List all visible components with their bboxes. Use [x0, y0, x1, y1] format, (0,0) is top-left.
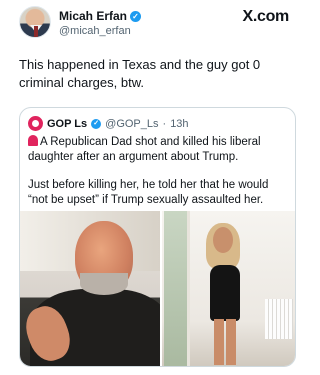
author-block[interactable]: Micah Erfan ✓ @micah_erfan	[59, 9, 142, 38]
photo-window	[164, 211, 190, 366]
photo-figure-legs	[214, 319, 236, 365]
quoted-paragraph-1-text: A Republican Dad shot and killed his lib…	[28, 136, 261, 163]
post-header: Micah Erfan ✓ @micah_erfan X.com	[19, 6, 289, 40]
siren-icon	[28, 135, 38, 146]
quoted-verified-badge-icon: ✓	[91, 118, 102, 129]
quoted-timestamp[interactable]: 13h	[170, 117, 188, 131]
author-handle[interactable]: @micah_erfan	[59, 24, 141, 38]
author-name-row: Micah Erfan ✓	[59, 9, 142, 23]
author-name[interactable]: Micah Erfan	[59, 9, 127, 23]
quoted-paragraph-1: A Republican Dad shot and killed his lib…	[28, 135, 290, 165]
author-avatar[interactable]	[19, 6, 51, 38]
photo-figure-dress	[210, 265, 240, 321]
tweet-text: This happened in Texas and the guy got 0…	[19, 57, 261, 90]
verified-badge-icon: ✓	[130, 10, 142, 22]
media-photo-man[interactable]	[20, 211, 160, 366]
x-logo: X.com	[242, 8, 289, 25]
quoted-tweet-card[interactable]: GOP Ls ✓ @GOP_Ls · 13h A Republican Dad …	[19, 107, 296, 367]
photo-figure-beard	[80, 273, 128, 295]
quoted-media-grid	[20, 211, 295, 366]
quoted-tweet-text: A Republican Dad shot and killed his lib…	[28, 135, 290, 221]
photo-figure-face	[213, 227, 233, 253]
quoted-paragraph-2: Just before killing her, he told her tha…	[28, 179, 269, 206]
gop-ls-avatar-icon[interactable]	[28, 116, 43, 131]
media-photo-woman[interactable]	[162, 211, 295, 366]
photo-radiator	[265, 299, 293, 339]
quoted-author-handle[interactable]: @GOP_Ls	[105, 117, 158, 131]
quoted-tweet-header: GOP Ls ✓ @GOP_Ls · 13h	[28, 116, 189, 131]
quoted-author-name[interactable]: GOP Ls	[47, 117, 87, 131]
timestamp-separator: ·	[162, 117, 167, 130]
avatar-tie	[34, 26, 38, 37]
